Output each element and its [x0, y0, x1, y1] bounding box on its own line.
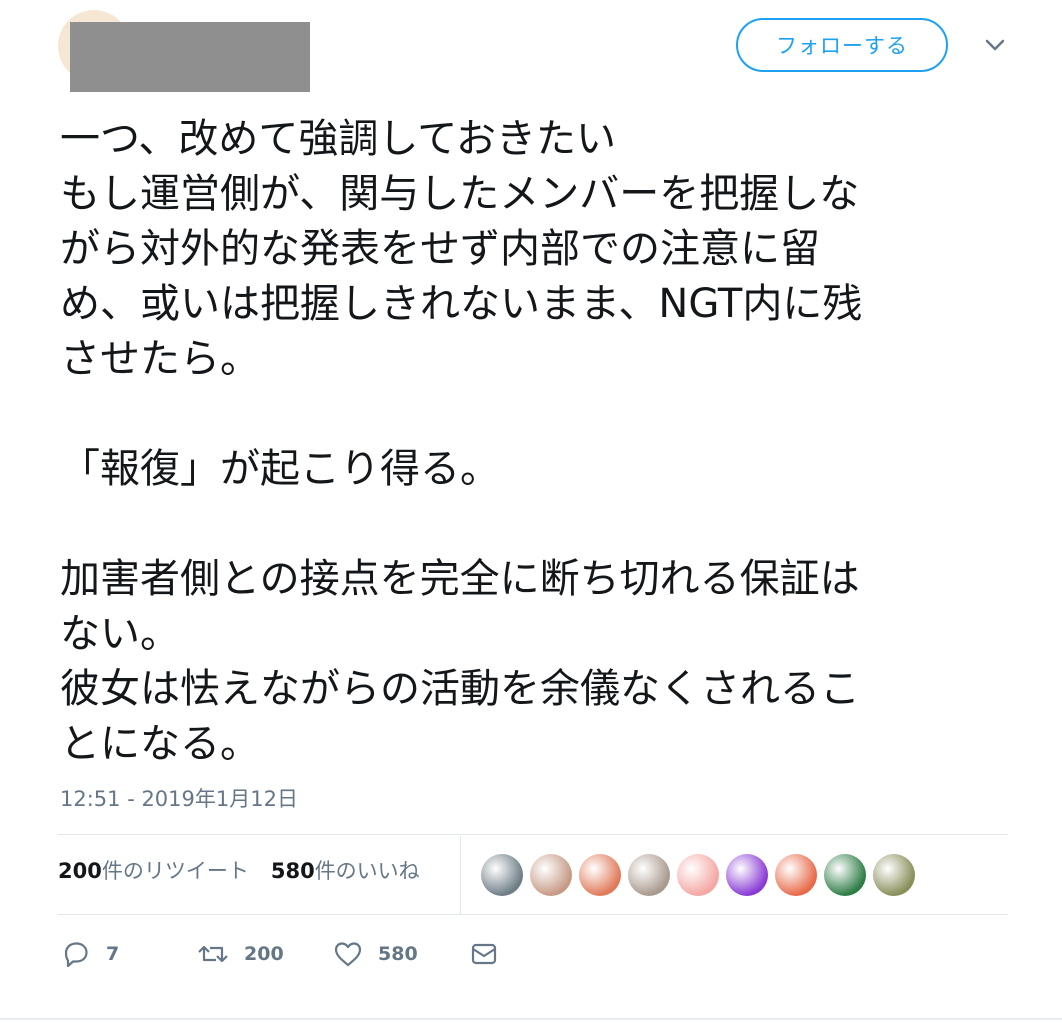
like-stat[interactable]: 580件のいいね: [271, 855, 420, 885]
redacted-author-name: [70, 22, 310, 92]
stats-separator: [460, 836, 461, 914]
reply-count: 7: [106, 943, 120, 965]
tweet-timestamp[interactable]: 12:51 - 2019年1月12日: [60, 783, 298, 813]
liker-avatar[interactable]: [677, 854, 719, 896]
retweet-icon: [198, 945, 228, 963]
envelope-icon: [471, 943, 497, 965]
direct-message-button[interactable]: [468, 934, 500, 974]
divider: [58, 834, 1008, 835]
liker-avatar[interactable]: [579, 854, 621, 896]
liker-avatar[interactable]: [824, 854, 866, 896]
retweet-button[interactable]: 200: [196, 934, 284, 974]
liker-avatar[interactable]: [530, 854, 572, 896]
like-count: 580: [270, 859, 315, 883]
reply-button[interactable]: 7: [60, 934, 119, 974]
liker-avatars: [481, 854, 915, 896]
retweet-action-count: 200: [244, 943, 284, 965]
like-label: 件のいいね: [314, 859, 420, 883]
retweet-stat[interactable]: 200件のリツイート: [58, 855, 249, 885]
liker-avatar[interactable]: [726, 854, 768, 896]
tweet-header: フォローする: [0, 0, 1062, 100]
like-action-count: 580: [378, 943, 418, 965]
liker-avatar[interactable]: [481, 854, 523, 896]
tweet-stats: 200件のリツイート 580件のいいね: [58, 855, 420, 885]
liker-avatar[interactable]: [775, 854, 817, 896]
reply-icon: [64, 942, 88, 968]
follow-button[interactable]: フォローする: [736, 18, 948, 72]
chevron-down-icon[interactable]: [982, 34, 1008, 56]
bottom-border: [0, 1018, 1062, 1020]
liker-avatar[interactable]: [628, 854, 670, 896]
heart-icon: [334, 942, 362, 967]
divider: [58, 914, 1008, 915]
liker-avatar[interactable]: [873, 854, 915, 896]
tweet-text: 一つ、改めて強調しておきたい もし運営側が、関与したメンバーを把握しな がら対外…: [60, 116, 863, 767]
retweet-count: 200: [58, 859, 102, 883]
retweet-label: 件のリツイート: [101, 859, 249, 883]
like-button[interactable]: 580: [332, 934, 418, 974]
